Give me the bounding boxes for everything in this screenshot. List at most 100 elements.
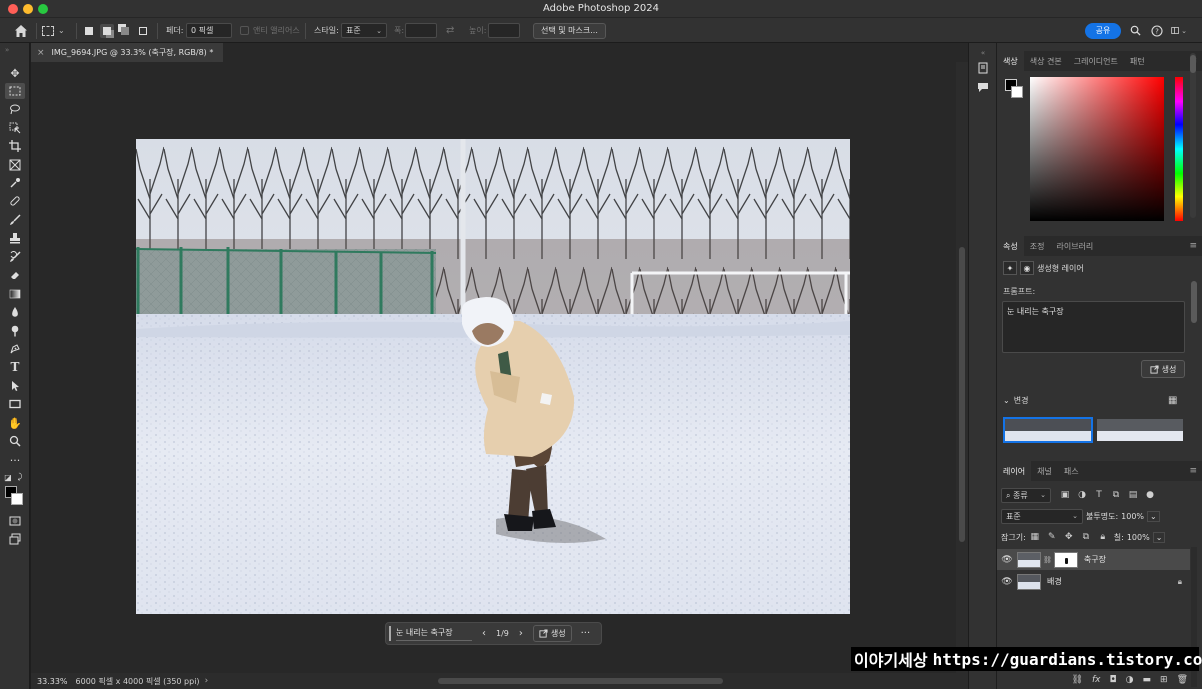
tab-gradients[interactable]: 그레이디언트 bbox=[1068, 51, 1124, 71]
blur-tool[interactable] bbox=[5, 304, 25, 320]
home-button[interactable] bbox=[12, 18, 30, 43]
dodge-tool[interactable] bbox=[5, 323, 25, 339]
prompt-textarea[interactable]: 눈 내리는 축구장 bbox=[1002, 301, 1185, 353]
tab-color[interactable]: 색상 bbox=[997, 51, 1024, 71]
panel-menu-icon[interactable]: ≡ bbox=[1189, 241, 1197, 251]
lock-pixels-icon[interactable]: ✎ bbox=[1046, 531, 1058, 543]
lasso-tool[interactable] bbox=[5, 101, 25, 117]
delete-layer-icon[interactable]: 🗑︎ bbox=[1177, 675, 1188, 685]
link-icon[interactable]: ⛓︎ bbox=[1043, 556, 1052, 564]
color-panel-background[interactable] bbox=[1011, 86, 1023, 98]
feather-input[interactable]: 0 픽셀 bbox=[186, 23, 232, 38]
type-tool[interactable]: T bbox=[5, 359, 25, 375]
tab-patterns[interactable]: 패턴 bbox=[1124, 51, 1151, 71]
properties-generate-button[interactable]: 생성 bbox=[1141, 360, 1185, 378]
gradient-tool[interactable] bbox=[5, 286, 25, 302]
variation-thumbnail[interactable] bbox=[1097, 419, 1183, 441]
crop-tool[interactable] bbox=[5, 138, 25, 154]
share-button[interactable]: 공유 bbox=[1085, 22, 1121, 39]
add-mask-icon[interactable]: ◘ bbox=[1110, 675, 1117, 685]
width-input[interactable] bbox=[405, 23, 437, 38]
edit-toolbar-button[interactable]: ··· bbox=[5, 452, 25, 468]
tab-paths[interactable]: 패스 bbox=[1058, 461, 1085, 481]
canvas-image[interactable] bbox=[136, 139, 850, 614]
swap-dimensions-icon[interactable]: ⇄ bbox=[446, 25, 454, 36]
subtract-selection-button[interactable] bbox=[118, 18, 132, 43]
height-input[interactable] bbox=[488, 23, 520, 38]
task-bar-generate-button[interactable]: 생성 bbox=[532, 625, 572, 642]
add-to-selection-button[interactable] bbox=[100, 18, 114, 43]
pixel-filter-icon[interactable]: ▣ bbox=[1059, 489, 1071, 501]
variations-section-header[interactable]: ⌄ 변경 bbox=[1003, 395, 1028, 406]
more-options-icon[interactable]: ··· bbox=[581, 628, 591, 639]
marquee-tool[interactable] bbox=[5, 83, 25, 99]
quick-mask-button[interactable] bbox=[5, 513, 25, 529]
layer-row[interactable]: 👁︎ 배경 🔒︎ bbox=[997, 571, 1190, 592]
rectangle-tool[interactable] bbox=[5, 396, 25, 412]
history-brush-tool[interactable] bbox=[5, 249, 25, 265]
grid-view-icon[interactable]: ▦ bbox=[1168, 395, 1177, 406]
document-tab[interactable]: × IMG_9694.JPG @ 33.3% (축구장, RGB/8) * bbox=[31, 43, 223, 62]
lock-artboard-icon[interactable]: ⧉ bbox=[1080, 531, 1092, 543]
scrollbar-thumb[interactable] bbox=[1190, 55, 1196, 73]
blend-mode-dropdown[interactable]: 표준 ⌄ bbox=[1001, 508, 1083, 524]
type-filter-icon[interactable]: T bbox=[1093, 489, 1105, 501]
clone-stamp-tool[interactable] bbox=[5, 230, 25, 246]
history-icon[interactable] bbox=[976, 61, 990, 75]
opacity-value[interactable]: 100% bbox=[1121, 512, 1144, 521]
smart-object-filter-icon[interactable]: ▤ bbox=[1127, 489, 1139, 501]
search-icon[interactable] bbox=[1127, 18, 1143, 43]
layer-row[interactable]: 👁︎ ⛓︎ 축구장 bbox=[997, 549, 1190, 570]
zoom-tool[interactable] bbox=[5, 433, 25, 449]
tab-channels[interactable]: 채널 bbox=[1031, 461, 1058, 481]
adjustment-filter-icon[interactable]: ◑ bbox=[1076, 489, 1088, 501]
color-panel-scrollbar[interactable] bbox=[1190, 53, 1196, 218]
tab-libraries[interactable]: 라이브러리 bbox=[1050, 236, 1099, 256]
drag-handle[interactable] bbox=[389, 626, 391, 641]
panel-collapse-icon[interactable]: » bbox=[5, 46, 9, 54]
tool-preset-picker[interactable]: ⌄ bbox=[42, 18, 65, 43]
healing-brush-tool[interactable] bbox=[5, 193, 25, 209]
lock-all-icon[interactable]: 🔒︎ bbox=[1097, 531, 1109, 543]
tab-layers[interactable]: 레이어 bbox=[997, 461, 1032, 481]
brush-tool[interactable] bbox=[5, 212, 25, 228]
layer-style-icon[interactable]: fx bbox=[1092, 675, 1101, 685]
chevron-right-icon[interactable]: › bbox=[205, 676, 209, 686]
link-layers-icon[interactable]: ⛓︎ bbox=[1072, 675, 1083, 685]
canvas-horizontal-scrollbar[interactable] bbox=[438, 678, 723, 684]
screen-mode-button[interactable] bbox=[5, 531, 25, 547]
background-color-swatch[interactable] bbox=[11, 493, 23, 505]
eyedropper-tool[interactable] bbox=[5, 175, 25, 191]
chevron-down-icon[interactable]: ⌄ bbox=[1152, 531, 1166, 543]
object-selection-tool[interactable] bbox=[5, 120, 25, 136]
help-icon[interactable]: ? bbox=[1149, 18, 1165, 43]
path-selection-tool[interactable] bbox=[5, 378, 25, 394]
next-variation-icon[interactable]: › bbox=[519, 628, 523, 639]
tab-properties[interactable]: 속성 bbox=[997, 236, 1024, 256]
frame-tool[interactable] bbox=[5, 157, 25, 173]
filter-toggle-icon[interactable]: ● bbox=[1144, 489, 1156, 501]
visibility-eye-icon[interactable]: 👁︎ bbox=[997, 577, 1017, 587]
layer-filter-dropdown[interactable]: ⌕ 종류 ⌄ bbox=[1001, 487, 1051, 503]
anti-alias-checkbox[interactable] bbox=[240, 26, 249, 35]
previous-variation-icon[interactable]: ‹ bbox=[482, 628, 486, 639]
properties-scrollbar[interactable] bbox=[1191, 281, 1197, 323]
hand-tool[interactable]: ✋ bbox=[5, 415, 25, 431]
fill-value[interactable]: 100% bbox=[1127, 533, 1150, 542]
panel-menu-icon[interactable]: ≡ bbox=[1189, 466, 1197, 476]
visibility-eye-icon[interactable]: 👁︎ bbox=[997, 555, 1017, 565]
workspace-icon[interactable]: ⌄ bbox=[1171, 18, 1187, 43]
intersect-selection-button[interactable] bbox=[136, 18, 150, 43]
new-selection-button[interactable] bbox=[82, 18, 96, 43]
style-dropdown[interactable]: 표준 ⌄ bbox=[341, 23, 387, 38]
move-tool[interactable]: ✥ bbox=[5, 65, 25, 81]
new-group-icon[interactable]: ▬ bbox=[1143, 675, 1152, 685]
lock-position-icon[interactable]: ✥ bbox=[1063, 531, 1075, 543]
pen-tool[interactable] bbox=[5, 341, 25, 357]
swap-colors-icon[interactable]: ⤸ bbox=[14, 471, 26, 483]
zoom-level[interactable]: 33.33% bbox=[37, 677, 68, 686]
layer-mask-thumbnail[interactable] bbox=[1053, 551, 1078, 568]
hue-slider[interactable] bbox=[1175, 77, 1183, 221]
canvas-vertical-scrollbar[interactable] bbox=[956, 62, 968, 673]
panel-collapse-icon[interactable]: « bbox=[976, 46, 990, 60]
